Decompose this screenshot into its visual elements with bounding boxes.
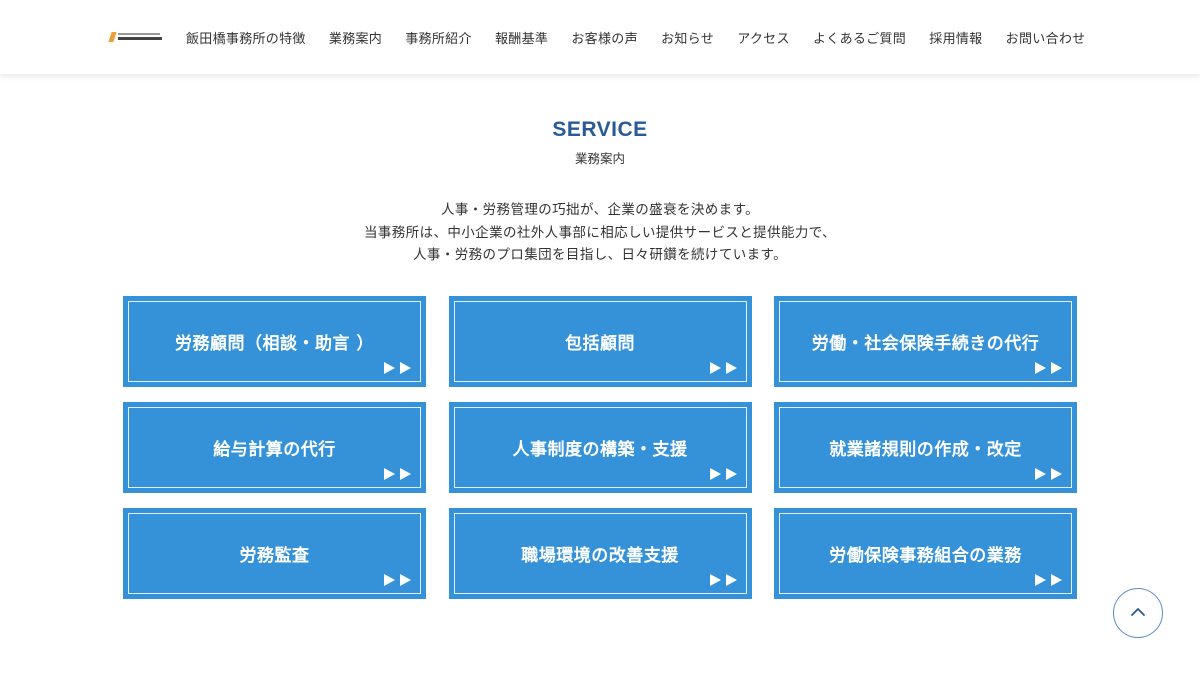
service-card-label: 労働保険事務組合の業務 <box>829 546 1022 566</box>
double-play-arrow-icon <box>384 574 411 586</box>
back-to-top-button[interactable] <box>1113 588 1163 638</box>
double-play-arrow-icon <box>384 468 411 480</box>
service-card-consulting[interactable]: 労務顧問（相談・助言 ） <box>123 296 426 387</box>
service-card-label: 就業諸規則の作成・改定 <box>829 440 1022 460</box>
section-subtitle: 業務案内 <box>574 151 625 166</box>
double-play-arrow-icon <box>1035 574 1062 586</box>
intro-line-2: 当事務所は、中小企業の社外人事部に相応しい提供サービスと提供能力で、 <box>363 224 837 241</box>
nav-item-services[interactable]: 業務案内 <box>329 28 382 47</box>
service-grid: 労務顧問（相談・助言 ） 包括顧問 労働・社会保険手続きの代行 給与計算の代行 … <box>123 296 1077 599</box>
nav-item-recruit[interactable]: 採用情報 <box>929 28 982 47</box>
double-play-arrow-icon <box>1035 362 1062 374</box>
nav-item-office[interactable]: 事務所紹介 <box>405 28 472 47</box>
service-card-label: 労務顧問（相談・助言 ） <box>175 334 374 354</box>
nav-item-features[interactable]: 飯田橋事務所の特徴 <box>186 28 306 47</box>
global-nav: 飯田橋事務所の特徴 業務案内 事務所紹介 報酬基準 お客様の声 お知らせ アクセ… <box>186 0 1109 74</box>
nav-item-faq[interactable]: よくあるご質問 <box>813 28 906 47</box>
service-card-comprehensive[interactable]: 包括顧問 <box>448 296 752 387</box>
nav-item-voices[interactable]: お客様の声 <box>571 28 638 47</box>
service-card-labor-insurance-association[interactable]: 労働保険事務組合の業務 <box>774 508 1077 599</box>
nav-item-access[interactable]: アクセス <box>737 28 790 47</box>
intro-line-1: 人事・労務管理の巧拙が、企業の盛衰を決めます。 <box>440 202 760 218</box>
double-play-arrow-icon <box>709 362 737 374</box>
service-card-label: 労働・社会保険手続きの代行 <box>811 334 1040 354</box>
logo-mark-icon <box>108 32 117 42</box>
service-card-payroll[interactable]: 給与計算の代行 <box>123 402 426 493</box>
service-card-label: 職場環境の改善支援 <box>521 546 679 566</box>
nav-item-contact[interactable]: お問い合わせ <box>1006 28 1086 47</box>
service-card-label: 労務監査 <box>239 546 310 566</box>
site-header: 飯田橋事務所の特徴 業務案内 事務所紹介 報酬基準 お客様の声 お知らせ アクセ… <box>0 0 1200 74</box>
double-play-arrow-icon <box>384 362 411 374</box>
double-play-arrow-icon <box>1035 468 1062 480</box>
site-logo[interactable] <box>108 32 162 42</box>
nav-item-fees[interactable]: 報酬基準 <box>495 28 548 47</box>
service-card-labor-audit[interactable]: 労務監査 <box>123 508 426 599</box>
service-card-hr-system[interactable]: 人事制度の構築・支援 <box>448 402 752 493</box>
service-card-work-rules[interactable]: 就業諸規則の作成・改定 <box>774 402 1077 493</box>
chevron-up-icon <box>1131 608 1145 616</box>
nav-item-news[interactable]: お知らせ <box>661 28 714 47</box>
intro-text: 人事・労務管理の巧拙が、企業の盛衰を決めます。 当事務所は、中小企業の社外人事部… <box>0 199 1200 267</box>
service-card-label: 給与計算の代行 <box>213 440 336 460</box>
section-title: SERVICE <box>552 118 648 141</box>
double-play-arrow-icon <box>709 468 737 480</box>
service-card-workplace-improvement[interactable]: 職場環境の改善支援 <box>448 508 752 599</box>
double-play-arrow-icon <box>709 574 737 586</box>
service-card-label: 包括顧問 <box>565 334 635 354</box>
service-card-label: 人事制度の構築・支援 <box>512 440 688 460</box>
intro-line-3: 人事・労務のプロ集団を目指し、日々研鑽を続けています。 <box>413 247 787 263</box>
service-card-insurance-procedures[interactable]: 労働・社会保険手続きの代行 <box>774 296 1077 387</box>
